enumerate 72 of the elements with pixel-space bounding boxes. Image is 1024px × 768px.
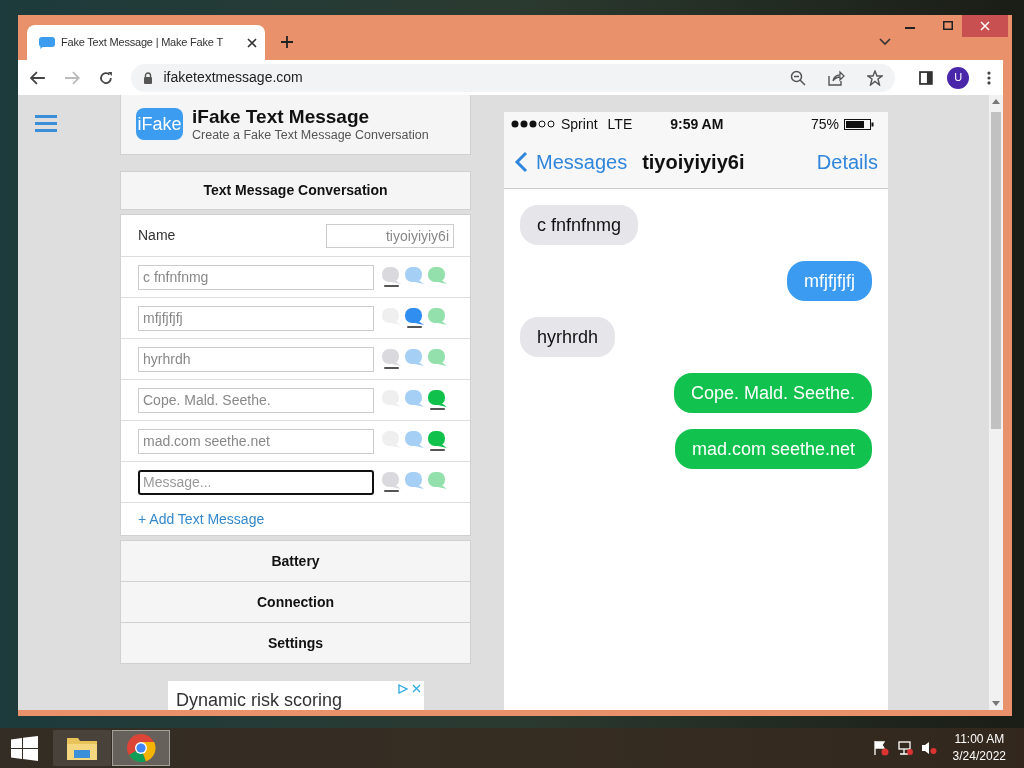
message-bubble: hyrhrdh — [520, 317, 616, 357]
section-heading[interactable]: Text Message Conversation — [120, 170, 471, 211]
message-field[interactable]: mad.com seethe.net — [138, 428, 374, 454]
ad-text: Dynamic risk scoring — [176, 689, 343, 710]
taskbar-button[interactable] — [53, 730, 111, 766]
browser-tab[interactable]: Fake Text Message | Make Fake T — [27, 25, 265, 60]
site-subtitle: Create a Fake Text Message Conversation — [192, 127, 429, 143]
name-field[interactable]: tiyoiyiyiy6i — [326, 223, 454, 248]
carrier-name: Sprint — [561, 114, 598, 134]
lock-icon — [143, 71, 154, 84]
close-icon[interactable] — [247, 37, 257, 48]
message-bubble: c fnfnfnmg — [520, 205, 639, 245]
logo[interactable]: iFake — [136, 108, 183, 141]
star-icon[interactable] — [867, 69, 884, 86]
clock-time: 11:00 AM — [954, 731, 1005, 748]
tab-title: Fake Text Message | Make Fake T — [61, 35, 224, 51]
chat-bubble-icon — [39, 36, 55, 49]
bubble-style-option[interactable] — [405, 308, 424, 329]
url-text: ifaketextmessage.com — [163, 68, 304, 87]
address-bar[interactable]: ifaketextmessage.com — [131, 63, 896, 92]
bubble-style-option[interactable] — [428, 431, 447, 452]
reload-icon[interactable] — [97, 69, 114, 86]
back-link[interactable]: Messages — [536, 147, 628, 177]
scroll-up-icon[interactable] — [992, 99, 1000, 104]
message-field[interactable]: Cope. Mald. Seethe. — [138, 387, 374, 413]
add-message-link[interactable]: + Add Text Message — [138, 508, 265, 530]
back-arrow-icon[interactable] — [30, 70, 46, 85]
scroll-down-icon[interactable] — [992, 701, 1000, 706]
back-chevron-icon[interactable] — [514, 151, 528, 173]
section-heading[interactable]: Settings — [120, 622, 471, 665]
section-heading[interactable]: Connection — [120, 581, 471, 624]
new-tab-icon[interactable] — [281, 36, 293, 48]
battery-icon — [844, 118, 874, 130]
share-icon[interactable] — [828, 69, 846, 86]
side-panel-icon[interactable] — [919, 70, 934, 85]
profile-avatar[interactable]: U — [947, 66, 970, 89]
contact-name: tiyoiyiyiy6i — [642, 150, 745, 175]
taskbar-button[interactable] — [112, 730, 170, 766]
message-bubble: mfjfjfjfj — [787, 261, 872, 301]
network-type: LTE — [607, 114, 633, 134]
maximize-icon[interactable] — [943, 21, 953, 30]
name-label: Name — [138, 226, 176, 246]
message-field[interactable]: hyrhrdh — [138, 346, 374, 372]
scrollbar[interactable] — [989, 95, 1003, 710]
bubble-style-option[interactable] — [382, 349, 401, 370]
message-bubble: mad.com seethe.net — [674, 429, 872, 469]
scrollbar-thumb[interactable] — [991, 112, 1001, 429]
network-icon[interactable] — [896, 740, 913, 756]
details-link[interactable]: Details — [816, 147, 878, 177]
message-field[interactable]: c fnfnfnmg — [138, 264, 374, 290]
bubble-style-option[interactable] — [382, 472, 401, 493]
message-field[interactable]: mfjfjfjfj — [138, 305, 374, 331]
menu-icon[interactable] — [987, 70, 991, 85]
minimize-icon[interactable] — [905, 27, 915, 30]
site-title: iFake Text Message — [192, 105, 371, 128]
status-time: 9:59 AM — [670, 114, 724, 134]
bubble-style-option[interactable] — [428, 390, 447, 411]
chevron-down-icon[interactable] — [879, 38, 891, 46]
close-icon — [980, 21, 990, 31]
section-heading[interactable]: Battery — [120, 540, 471, 583]
clock-date: 3/24/2022 — [952, 748, 1006, 765]
message-bubble: Cope. Mald. Seethe. — [673, 373, 872, 413]
flag-icon[interactable] — [872, 740, 889, 756]
muted-speaker-icon[interactable] — [920, 740, 937, 756]
battery-percent: 75% — [810, 114, 839, 134]
browser-logo-icon — [126, 733, 156, 763]
signal-strength-icon — [511, 120, 557, 128]
message-field[interactable]: Message... — [138, 469, 374, 495]
ad-choices-icon[interactable] — [398, 684, 408, 695]
zoom-out-icon[interactable] — [790, 69, 807, 86]
bubble-style-option[interactable] — [382, 267, 401, 288]
windows-start-icon[interactable] — [11, 735, 38, 761]
